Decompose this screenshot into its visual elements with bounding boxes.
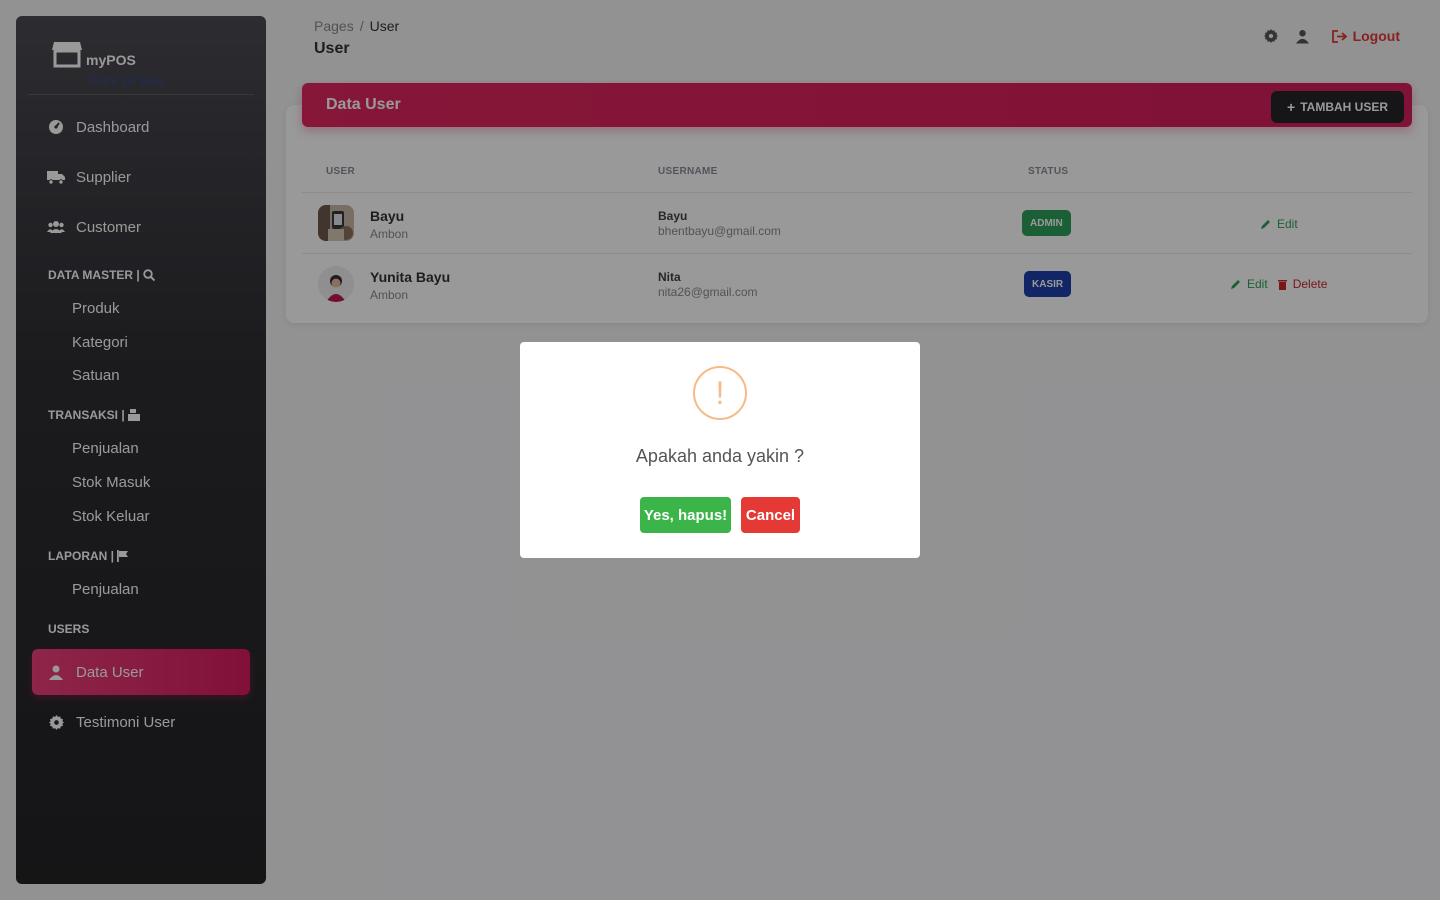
confirm-dialog: ! Apakah anda yakin ? Yes, hapus! Cancel (520, 342, 920, 558)
cancel-button[interactable]: Cancel (741, 497, 800, 533)
dialog-message: Apakah anda yakin ? (635, 446, 805, 466)
warning-icon: ! (693, 366, 747, 420)
confirm-delete-button[interactable]: Yes, hapus! (640, 497, 731, 533)
